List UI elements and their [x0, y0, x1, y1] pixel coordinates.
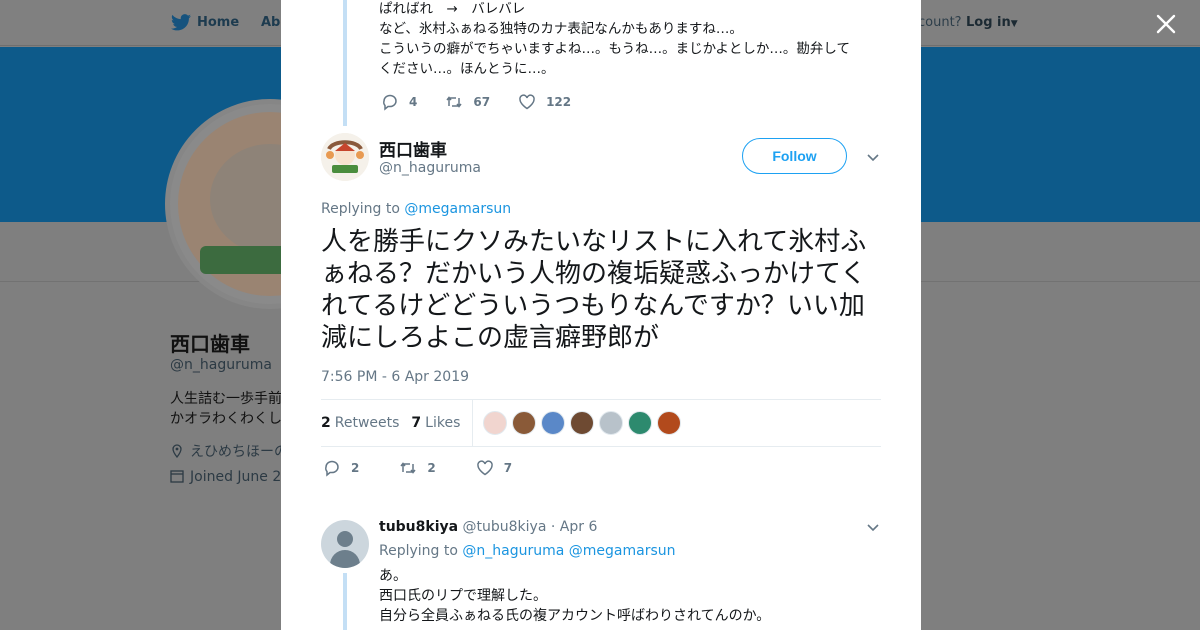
reply-author-handle[interactable]: @tubu8kiya — [463, 519, 547, 535]
reply-icon — [325, 460, 339, 477]
retweet-action[interactable]: 2 — [399, 459, 436, 477]
tweet-stats: 2 Retweets 7 Likes — [321, 399, 881, 447]
retweet-icon — [400, 462, 416, 474]
tweet-text: 人を勝手にクソみたいなリストに入れて氷村ふぁねる？だかいう人物の複垢疑惑ふっかけ… — [321, 227, 867, 353]
like-action[interactable]: 122 — [518, 93, 571, 111]
liker-avatar[interactable] — [512, 411, 537, 435]
liker-avatar[interactable] — [628, 411, 653, 435]
reply-header: tubu8kiya @tubu8kiya · Apr 6 — [379, 519, 597, 535]
reply-action[interactable]: 2 — [323, 459, 359, 477]
liker-avatar[interactable] — [541, 411, 566, 435]
previous-tweet-text: ぱればれ → バレバレ など、氷村ふぁねる独特のカナ表記なんかもありますね…。 … — [379, 1, 851, 77]
reply-icon — [383, 94, 397, 111]
reply-replying-to: Replying to @n_haguruma @megamarsun — [379, 543, 676, 559]
stats-divider — [472, 400, 474, 446]
account-prompt: count? — [918, 15, 962, 30]
previous-tweet-actions: 4 67 122 — [381, 93, 599, 111]
tweet-author-name[interactable]: 西口歯車 — [379, 136, 447, 161]
like-count[interactable]: 7 Likes — [411, 415, 460, 431]
replying-to-link[interactable]: @n_haguruma — [462, 543, 564, 559]
replying-to: Replying to @megamarsun — [321, 201, 512, 217]
tweet-actions: 2 2 7 — [323, 459, 540, 477]
liker-avatar[interactable] — [570, 411, 595, 435]
profile-location: えひめちほーの — [170, 441, 282, 461]
profile-joined: Joined June 20 — [170, 469, 282, 485]
heart-icon — [476, 460, 493, 476]
reply-date[interactable]: · Apr 6 — [551, 519, 597, 535]
replying-to-link[interactable]: @megamarsun — [569, 543, 676, 559]
profile-bio: 人生詰む一歩手前 かオラわくわくし — [170, 391, 282, 427]
tweet-author-avatar[interactable] — [321, 133, 369, 181]
chevron-down-icon[interactable] — [866, 150, 880, 164]
like-action[interactable]: 7 — [476, 459, 512, 477]
retweet-icon — [446, 96, 462, 108]
tweet-timestamp[interactable]: 7:56 PM - 6 Apr 2019 — [321, 369, 469, 385]
thread-connector — [343, 573, 347, 630]
tweet-permalink-modal: ぱればれ → バレバレ など、氷村ふぁねる独特のカナ表記なんかもありますね…。 … — [281, 0, 921, 630]
heart-icon — [519, 94, 535, 110]
calendar-icon — [170, 470, 184, 483]
nav-home[interactable]: Home — [197, 15, 239, 30]
reply-text: あ。 西口氏のリプで理解した。 自分ら全員ふぁねる氏の複アカウント呼ばわりされて… — [379, 568, 771, 624]
retweet-action[interactable]: 67 — [445, 93, 490, 111]
thread-connector — [343, 0, 347, 126]
replying-to-link[interactable]: @megamarsun — [404, 201, 511, 217]
twitter-bird-icon[interactable] — [171, 14, 191, 31]
reply-author-name[interactable]: tubu8kiya — [379, 519, 458, 535]
close-icon[interactable] — [1154, 12, 1178, 36]
profile-name: 西口歯車 — [170, 332, 250, 356]
liker-avatar[interactable] — [657, 411, 682, 435]
follow-button[interactable]: Follow — [742, 138, 847, 174]
chevron-down-icon[interactable] — [866, 520, 880, 534]
login-caret-icon: ▼ — [1010, 19, 1018, 29]
reply-author-avatar[interactable] — [321, 520, 369, 568]
login-link[interactable]: Log in▼ — [966, 15, 1018, 30]
liker-avatar[interactable] — [599, 411, 624, 435]
tweet-author-handle[interactable]: @n_haguruma — [379, 160, 481, 176]
location-pin-icon — [172, 444, 182, 458]
profile-handle: @n_haguruma — [170, 357, 272, 373]
retweet-count[interactable]: 2 Retweets — [321, 415, 399, 431]
liker-avatar[interactable] — [483, 411, 508, 435]
reply-action[interactable]: 4 — [381, 93, 417, 111]
